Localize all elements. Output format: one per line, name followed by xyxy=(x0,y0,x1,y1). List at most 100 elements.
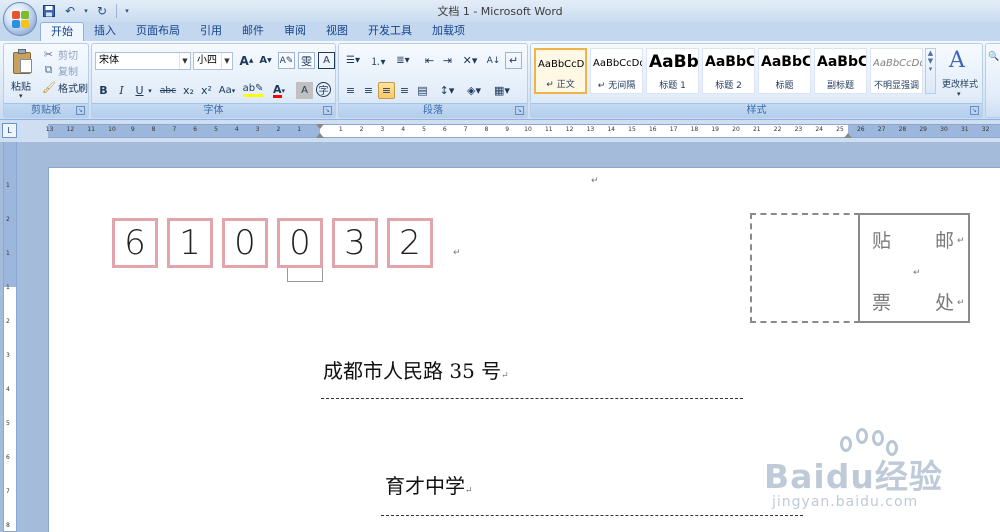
style-normal[interactable]: AaBbCcDd ↵ 正文 xyxy=(534,48,587,94)
change-case-label: Aa xyxy=(218,85,232,96)
ribbon-tab-row: 开始 插入 页面布局 引用 邮件 审阅 视图 开发工具 加载项 xyxy=(0,22,1000,41)
style-sample: AaBbC xyxy=(817,54,866,70)
address-text: 成都市人民路 35 号 xyxy=(323,359,502,383)
line-spacing-icon[interactable]: ↕▾ xyxy=(436,82,458,99)
style-heading-1[interactable]: AaBb 标题 1 xyxy=(646,48,699,94)
bold-button[interactable]: B xyxy=(95,82,112,99)
postal-code-digit[interactable]: 0 xyxy=(277,218,323,268)
cut-button[interactable]: ✂ 剪切 xyxy=(42,46,78,62)
tab-view[interactable]: 视图 xyxy=(316,22,358,41)
style-heading-2[interactable]: AaBbC 标题 2 xyxy=(702,48,755,94)
style-subtitle[interactable]: AaBbC 副标题 xyxy=(814,48,867,94)
change-case-button[interactable]: Aa ▾ xyxy=(216,82,238,99)
postal-code-digit[interactable]: 2 xyxy=(387,218,433,268)
ruler-tick-label: 7 xyxy=(463,126,468,133)
align-center-icon[interactable]: ≡ xyxy=(360,82,377,99)
first-line-indent-marker[interactable] xyxy=(316,124,324,129)
chevron-down-icon: ▾ xyxy=(957,90,961,98)
styles-launcher-icon[interactable]: ↘ xyxy=(970,106,979,115)
clear-formatting-icon[interactable]: A✎ xyxy=(278,52,295,69)
font-color-button[interactable]: A ▾ xyxy=(268,82,290,99)
phonetic-guide-icon[interactable]: 雯 xyxy=(298,52,315,69)
grow-font-button[interactable]: A ▲ xyxy=(238,52,255,69)
distributed-icon[interactable]: ▤ xyxy=(414,82,431,99)
tab-page-layout[interactable]: 页面布局 xyxy=(126,22,190,41)
show-marks-icon[interactable]: ↵ xyxy=(505,52,522,69)
style-subtle-emphasis[interactable]: AaBbCcDd 不明显强调 xyxy=(870,48,923,94)
hanging-indent-marker[interactable] xyxy=(316,133,324,138)
style-no-spacing[interactable]: AaBbCcDd ↵ 无间隔 xyxy=(590,48,643,94)
bullets-icon[interactable]: ☰▾ xyxy=(342,52,364,69)
italic-button[interactable]: I xyxy=(113,82,130,99)
font-launcher-icon[interactable]: ↘ xyxy=(323,106,332,115)
vertical-ruler[interactable]: 1 2 1 1 2 3 4 5 6 7 8 xyxy=(3,142,17,532)
paragraph-group: ☰▾ ⒈▾ ≣▾ ⇤ ⇥ ✕▾ A↓ ↵ ≡ ≡ ≡ ≡ ▤ ↕▾ ◈▾ ▦▾ … xyxy=(338,43,528,118)
tab-references[interactable]: 引用 xyxy=(190,22,232,41)
horizontal-ruler[interactable]: 13 12 11 10 9 8 7 6 5 4 3 2 1 1 2 3 4 5 6 7 8 9 10 11 12 13 14 15 16… xyxy=(45,124,1000,138)
align-right-icon[interactable]: ≡ xyxy=(378,82,395,99)
ruler-tick-label: 28 xyxy=(898,126,907,133)
paragraph-mark: ↵ xyxy=(501,371,509,381)
borders-icon[interactable]: ▦▾ xyxy=(490,82,514,99)
tab-review[interactable]: 审阅 xyxy=(274,22,316,41)
highlight-button[interactable]: ab✎ xyxy=(242,82,264,99)
tab-home[interactable]: 开始 xyxy=(40,22,84,41)
numbering-icon[interactable]: ⒈▾ xyxy=(367,52,389,69)
ruler-tick-label: 24 xyxy=(815,126,824,133)
font-size-combo[interactable]: 小四 ▼ xyxy=(193,52,233,70)
enclose-characters-icon[interactable]: 字 xyxy=(316,82,331,97)
ruler-tick-label: 18 xyxy=(690,126,699,133)
chinese-layout-icon[interactable]: ✕▾ xyxy=(459,52,481,69)
underline-dropdown-icon[interactable]: ▾ xyxy=(146,82,154,99)
tab-mailings[interactable]: 邮件 xyxy=(232,22,274,41)
subscript-button[interactable]: x₂ xyxy=(180,82,197,99)
decrease-indent-icon[interactable]: ⇤ xyxy=(421,52,438,69)
paste-button[interactable]: 粘贴 ▾ xyxy=(5,44,39,104)
gallery-scroll[interactable]: ▲ ▼ ▾ xyxy=(925,48,936,94)
ruler-tick-label: 13 xyxy=(45,126,54,133)
address-line[interactable]: 成都市人民路 35 号↵ xyxy=(323,355,509,384)
ruler-tick-label: 10 xyxy=(108,126,116,133)
shading-icon[interactable]: ◈▾ xyxy=(462,82,486,99)
justify-icon[interactable]: ≡ xyxy=(396,82,413,99)
postal-code-digit[interactable]: 1 xyxy=(167,218,213,268)
font-name-combo[interactable]: 宋体 ▼ xyxy=(95,52,191,70)
ruler-tick-label: 32 xyxy=(981,126,990,133)
change-styles-label: 更改样式 xyxy=(941,80,978,90)
ruler-tick-label: 4 xyxy=(401,126,406,133)
superscript-button[interactable]: x² xyxy=(198,82,215,99)
text-frame-handle xyxy=(287,268,323,282)
tab-selector[interactable]: L xyxy=(2,123,17,138)
character-shading-icon[interactable]: A xyxy=(296,82,313,99)
paragraph-launcher-icon[interactable]: ↘ xyxy=(515,106,524,115)
tab-insert[interactable]: 插入 xyxy=(84,22,126,41)
align-left-icon[interactable]: ≡ xyxy=(342,82,359,99)
increase-indent-icon[interactable]: ⇥ xyxy=(439,52,456,69)
paste-dropdown-icon: ▾ xyxy=(19,92,23,100)
sort-icon[interactable]: A↓ xyxy=(485,52,502,69)
style-title[interactable]: AaBbC 标题 xyxy=(758,48,811,94)
strikethrough-button[interactable]: abc xyxy=(158,82,178,99)
postal-code-digit[interactable]: 0 xyxy=(222,218,268,268)
office-button[interactable] xyxy=(3,2,37,36)
tab-add-ins[interactable]: 加载项 xyxy=(422,22,475,41)
style-sample: AaBbC xyxy=(761,54,810,70)
recipient-line[interactable]: 育才中学↵ xyxy=(385,470,473,499)
tab-developer[interactable]: 开发工具 xyxy=(358,22,422,41)
ruler-tick-label: 25 xyxy=(836,126,844,133)
ruler-tick-label: 14 xyxy=(607,126,616,133)
clipboard-launcher-icon[interactable]: ↘ xyxy=(76,106,85,115)
stamp-dashed-box xyxy=(750,213,860,323)
copy-button[interactable]: ⧉ 复制 xyxy=(42,62,78,78)
style-sample: AaBbCcDd xyxy=(538,59,585,70)
multilevel-list-icon[interactable]: ≣▾ xyxy=(392,52,414,69)
change-styles-button[interactable]: A 更改样式 ▾ xyxy=(939,46,981,102)
paragraph-mark: ↵ xyxy=(957,236,965,246)
find-icon[interactable]: 🔍 xyxy=(988,52,999,62)
shrink-font-button[interactable]: A ▼ xyxy=(257,52,274,69)
right-indent-marker[interactable] xyxy=(844,133,852,138)
postal-code-digit[interactable]: 6 xyxy=(112,218,158,268)
format-painter-button[interactable]: 🖌 格式刷 xyxy=(42,79,88,95)
character-border-icon[interactable]: A xyxy=(318,52,335,69)
postal-code-digit[interactable]: 3 xyxy=(332,218,378,268)
